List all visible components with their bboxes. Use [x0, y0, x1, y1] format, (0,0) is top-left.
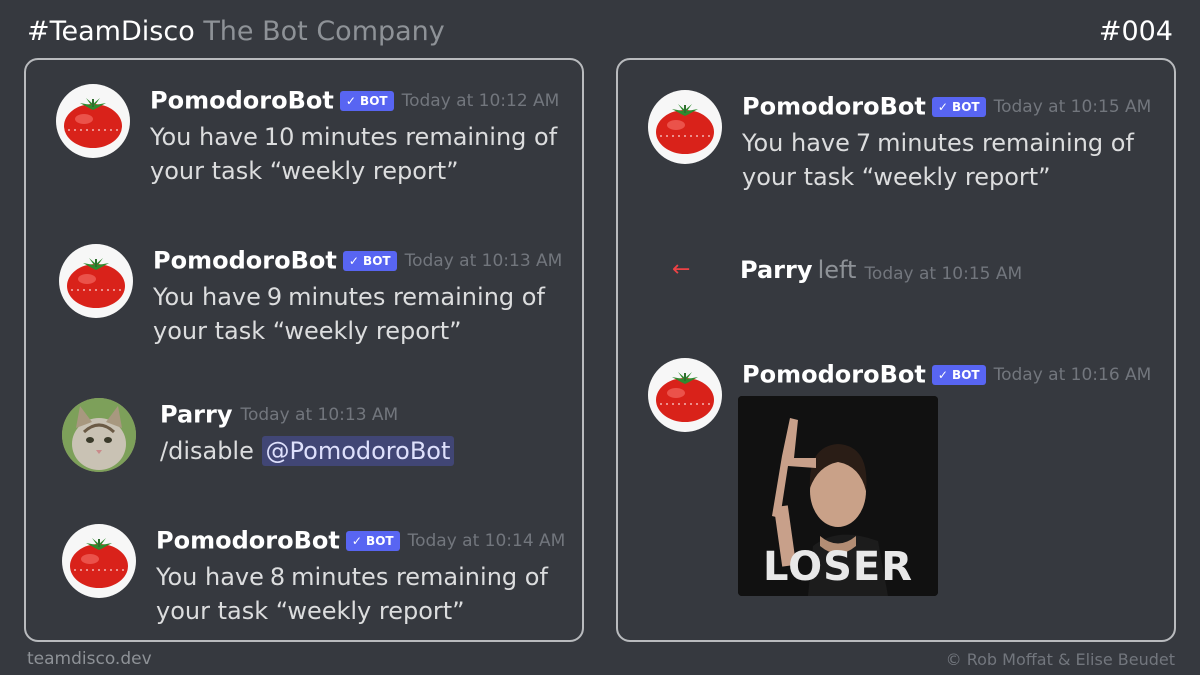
timestamp: Today at 10:12 AM: [401, 90, 560, 111]
leave-text: Parry left Today at 10:15 AM: [740, 254, 1022, 290]
author-name[interactable]: Parry: [160, 401, 232, 429]
tomato-avatar-icon[interactable]: [648, 90, 722, 164]
footer-credit: © Rob Moffat & Elise Beudet: [945, 650, 1175, 669]
chat-panel-left: PomodoroBot ✓ BOT Today at 10:12 AM You ha…: [24, 58, 584, 642]
message-text: You have 8 minutes remaining of your task …: [156, 560, 586, 628]
leave-action: left: [817, 256, 857, 284]
brand-subtitle: The Bot Company: [203, 16, 445, 47]
cat-avatar-icon[interactable]: [62, 398, 136, 472]
bot-tag: ✓ BOT: [342, 250, 397, 271]
message-text: You have 7 minutes remaining of your task …: [742, 126, 1172, 194]
page-header: #TeamDisco The Bot Company: [27, 16, 445, 47]
mention-pomodorobot[interactable]: @PomodoroBot: [261, 436, 455, 466]
message-text: You have 10 minutes remaining of your task…: [150, 120, 580, 188]
author-name[interactable]: PomodoroBot: [742, 93, 926, 121]
timestamp: Today at 10:15 AM: [993, 96, 1152, 117]
bot-tag: ✓ BOT: [931, 364, 986, 385]
message-prefix: You have: [153, 283, 261, 311]
leave-user-name[interactable]: Parry: [740, 256, 812, 284]
gif-caption: LOSER: [763, 544, 913, 590]
episode-number: #004: [1098, 16, 1173, 47]
slash-command: /disable: [160, 437, 254, 465]
bot-tag: ✓ BOT: [345, 530, 400, 551]
author-name[interactable]: PomodoroBot: [156, 527, 340, 555]
author-name[interactable]: PomodoroBot: [742, 361, 926, 389]
footer-site[interactable]: teamdisco.dev: [27, 649, 152, 669]
leave-arrow-icon: ←: [672, 257, 691, 282]
minutes-value: 9: [266, 283, 283, 311]
timestamp: Today at 10:13 AM: [240, 404, 399, 425]
chat-panel-right: PomodoroBot ✓ BOT Today at 10:15 AM You ha…: [616, 58, 1176, 642]
tomato-avatar-icon[interactable]: [56, 84, 130, 158]
minutes-value: 8: [269, 563, 286, 591]
timestamp: Today at 10:15 AM: [864, 263, 1023, 284]
timestamp: Today at 10:14 AM: [407, 530, 566, 551]
brand-title: #TeamDisco: [27, 16, 195, 47]
minutes-value: 10: [263, 123, 295, 151]
loser-gif-image[interactable]: LOSER: [738, 396, 938, 596]
tomato-avatar-icon[interactable]: [62, 524, 136, 598]
timestamp: Today at 10:13 AM: [404, 250, 563, 271]
author-name[interactable]: PomodoroBot: [153, 247, 337, 275]
author-name[interactable]: PomodoroBot: [150, 87, 334, 115]
message-prefix: You have: [156, 563, 264, 591]
timestamp: Today at 10:16 AM: [993, 364, 1152, 385]
tomato-avatar-icon[interactable]: [59, 244, 133, 318]
minutes-value: 7: [855, 129, 872, 157]
bot-tag: ✓ BOT: [931, 96, 986, 117]
message-text: You have 9 minutes remaining of your task …: [153, 280, 583, 348]
message-text: /disable @PomodoroBot: [160, 434, 590, 468]
message-prefix: You have: [150, 123, 258, 151]
bot-tag: ✓ BOT: [339, 90, 394, 111]
tomato-avatar-icon[interactable]: [648, 358, 722, 432]
message-prefix: You have: [742, 129, 850, 157]
